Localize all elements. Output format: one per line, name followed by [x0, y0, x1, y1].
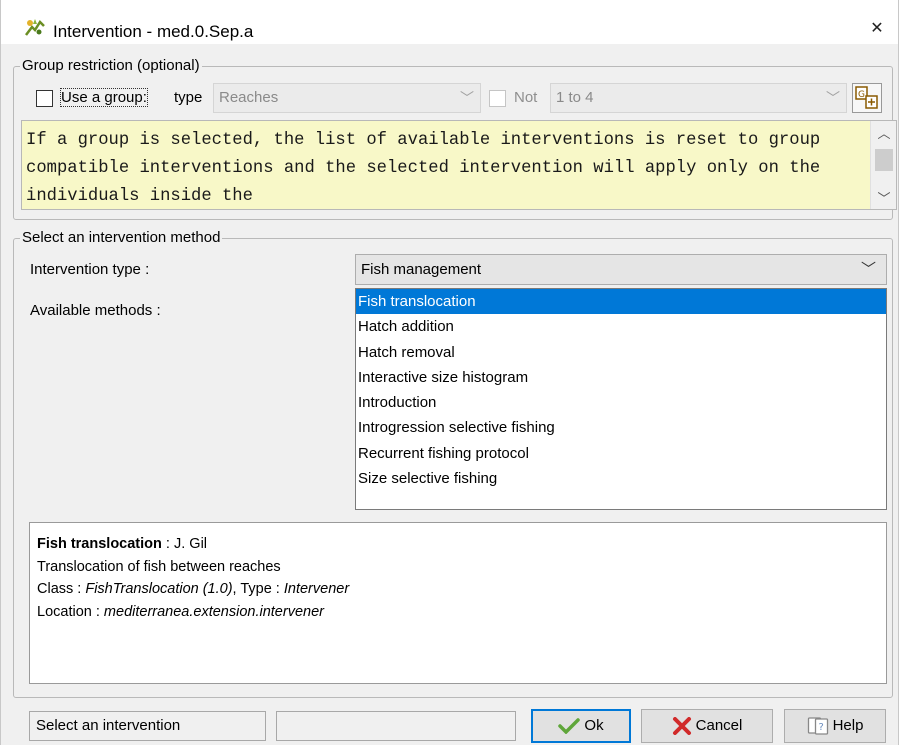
not-checkbox[interactable]	[489, 90, 506, 107]
group-select-icon: G	[855, 86, 878, 109]
status-field-secondary	[276, 711, 516, 741]
method-list-item[interactable]: Interactive size histogram	[356, 365, 886, 390]
type-value: Intervener	[283, 581, 350, 597]
group-range-select[interactable]: 1 to 4 ﹀	[550, 83, 847, 113]
use-group-label[interactable]: Use a group:	[60, 88, 148, 107]
type-label: type	[174, 89, 203, 106]
description-header: Fish translocation : J. Gil	[37, 533, 879, 556]
status-field: Select an intervention	[29, 711, 266, 741]
title-bar: Intervention - med.0.Sep.a ✕	[1, 0, 898, 44]
check-icon	[558, 718, 581, 735]
not-label: Not	[514, 89, 538, 106]
method-list-item[interactable]: Introgression selective fishing	[356, 415, 886, 440]
scroll-down-icon[interactable]: ﹀	[871, 188, 896, 207]
method-name: Fish translocation	[37, 536, 162, 552]
group-info-text: If a group is selected, the list of avai…	[26, 131, 821, 206]
scroll-thumb[interactable]	[875, 149, 893, 171]
use-group-checkbox[interactable]	[36, 90, 53, 107]
author-separator: :	[161, 536, 174, 552]
class-value: FishTranslocation (1.0)	[85, 581, 233, 597]
cancel-button[interactable]: Cancel	[641, 709, 773, 743]
method-list-item[interactable]: Hatch addition	[356, 314, 886, 339]
group-info-text-area[interactable]: If a group is selected, the list of avai…	[21, 120, 897, 210]
intervention-method-legend: Select an intervention method	[20, 229, 223, 246]
location-value: mediterranea.extension.intervener	[103, 603, 324, 620]
method-summary: Translocation of fish between reaches	[37, 558, 281, 575]
type-label: , Type :	[232, 581, 284, 597]
cancel-label: Cancel	[695, 717, 743, 734]
help-button[interactable]: ? Help	[784, 709, 886, 743]
method-list-item[interactable]: Hatch removal	[356, 340, 886, 365]
group-restriction-legend: Group restriction (optional)	[20, 57, 202, 74]
scroll-up-icon[interactable]: ︿	[871, 123, 896, 142]
method-class-line: Class : FishTranslocation (1.0), Type : …	[37, 578, 879, 601]
intervention-type-select[interactable]: Fish management ﹀	[355, 254, 887, 285]
intervention-type-label: Intervention type :	[30, 261, 150, 278]
chevron-down-icon: ﹀	[460, 90, 474, 106]
method-description: Fish translocation : J. Gil Translocatio…	[29, 522, 887, 684]
ok-button[interactable]: Ok	[531, 709, 631, 743]
available-methods-label: Available methods :	[30, 302, 161, 319]
info-scrollbar[interactable]: ︿ ﹀	[870, 121, 896, 209]
method-author: J. Gil	[173, 536, 208, 552]
group-type-value: Reaches	[219, 89, 279, 106]
intervention-dialog: Intervention - med.0.Sep.a ✕ Group restr…	[0, 0, 899, 745]
group-type-select[interactable]: Reaches ﹀	[213, 83, 481, 113]
chevron-down-icon: ﹀	[826, 90, 840, 106]
ok-label: Ok	[584, 717, 604, 734]
help-icon: ?	[807, 717, 828, 735]
class-label: Class :	[37, 581, 86, 597]
cancel-x-icon	[672, 717, 691, 736]
intervention-type-value: Fish management	[361, 261, 482, 278]
available-methods-list[interactable]: Fish translocation Hatch addition Hatch re…	[355, 288, 887, 510]
window-title: Intervention - med.0.Sep.a	[53, 22, 254, 41]
svg-text:G: G	[858, 90, 865, 100]
app-icon	[24, 17, 46, 37]
method-list-item[interactable]: Size selective fishing	[356, 466, 886, 491]
location-label: Location :	[37, 603, 104, 620]
method-list-item[interactable]: Fish translocation	[356, 289, 886, 315]
method-location-line: Location : mediterranea.extension.interv…	[37, 601, 879, 624]
close-button[interactable]: ✕	[859, 14, 895, 44]
group-range-value: 1 to 4	[556, 89, 594, 106]
group-selector-button[interactable]: G	[852, 83, 882, 113]
method-list-item[interactable]: Introduction	[356, 390, 886, 415]
svg-text:?: ?	[818, 722, 823, 733]
chevron-down-icon: ﹀	[860, 261, 876, 278]
help-label: Help	[832, 717, 864, 734]
method-list-item[interactable]: Recurrent fishing protocol	[356, 441, 886, 466]
